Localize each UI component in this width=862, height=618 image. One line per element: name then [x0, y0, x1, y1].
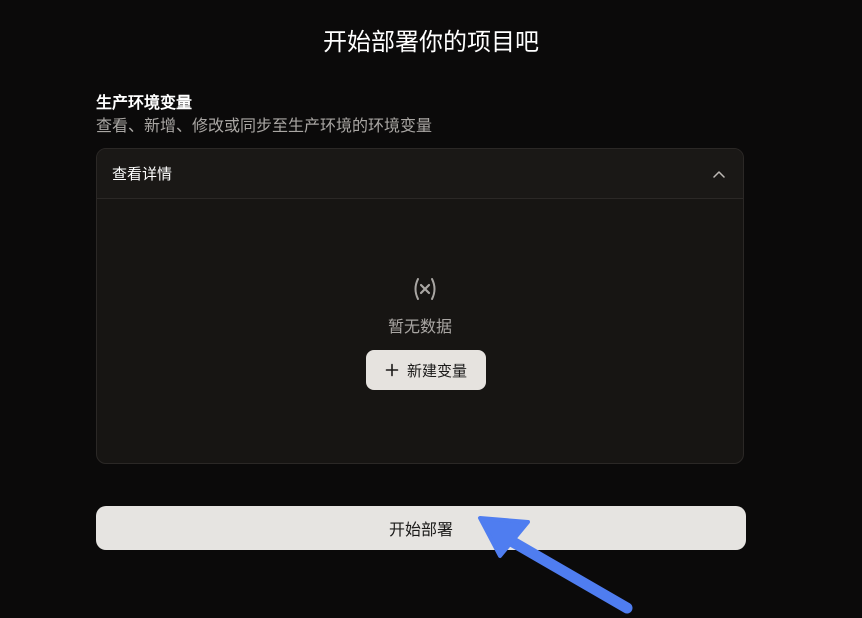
env-variables-panel: 查看详情 暂无数据 新建变量	[96, 148, 744, 464]
section-description: 查看、新增、修改或同步至生产环境的环境变量	[96, 116, 433, 135]
panel-header-toggle[interactable]: 查看详情	[97, 149, 743, 199]
page-title: 开始部署你的项目吧	[323, 28, 539, 56]
deploy-page: 开始部署你的项目吧 生产环境变量 查看、新增、修改或同步至生产环境的环境变量 查…	[0, 0, 862, 618]
plus-icon	[385, 363, 399, 377]
new-variable-button[interactable]: 新建变量	[366, 350, 486, 390]
start-deploy-button[interactable]: 开始部署	[96, 506, 746, 550]
panel-header-title: 查看详情	[112, 165, 173, 183]
empty-state-icon	[411, 275, 439, 303]
chevron-up-icon[interactable]	[711, 166, 727, 182]
panel-body: 暂无数据 新建变量	[97, 199, 743, 463]
empty-state-text: 暂无数据	[387, 317, 452, 336]
new-variable-label: 新建变量	[406, 361, 467, 380]
section-heading: 生产环境变量	[96, 93, 193, 112]
